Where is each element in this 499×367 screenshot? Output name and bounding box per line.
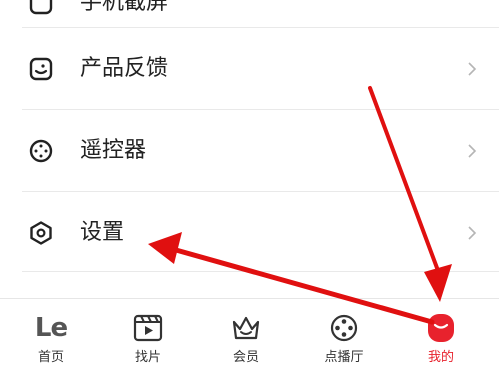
- chevron-right-icon: [468, 62, 477, 76]
- tab-me[interactable]: 我的: [401, 299, 481, 367]
- chevron-right-icon: [468, 226, 477, 240]
- settings-menu: 手机截屏 产品反馈 遥控器 设置: [0, 0, 499, 300]
- chevron-right-icon: [468, 144, 477, 158]
- menu-item-label: 手机截屏: [80, 0, 169, 15]
- menu-item-screenshot[interactable]: 手机截屏: [22, 0, 499, 28]
- menu-item-settings[interactable]: 设置: [22, 192, 499, 272]
- menu-item-feedback[interactable]: 产品反馈: [22, 28, 499, 110]
- tab-vip[interactable]: 会员: [206, 299, 286, 367]
- menu-item-remote-control[interactable]: 遥控器: [22, 110, 499, 192]
- clapperboard-icon: [133, 314, 163, 342]
- tab-vod-hall[interactable]: 点播厅: [304, 299, 384, 367]
- tab-label: 找片: [134, 350, 161, 365]
- tab-home[interactable]: Le 首页: [11, 299, 91, 367]
- le-logo-icon: Le: [34, 313, 68, 343]
- screenshot-icon: [29, 0, 53, 15]
- settings-hexagon-icon: [30, 221, 52, 245]
- menu-item-label: 产品反馈: [80, 56, 169, 81]
- bottom-tab-bar: Le 首页 找片 会员 点播厅 我的: [0, 298, 499, 366]
- tab-label: 会员: [232, 350, 259, 365]
- menu-item-label: 设置: [80, 220, 125, 245]
- feedback-icon: [29, 57, 53, 81]
- menu-item-label: 遥控器: [80, 138, 147, 163]
- tab-find-videos[interactable]: 找片: [108, 299, 188, 367]
- remote-control-icon: [29, 139, 53, 163]
- crown-icon: [232, 316, 260, 340]
- film-reel-icon: [330, 314, 358, 342]
- tab-label: 我的: [427, 350, 454, 365]
- tab-label: 点播厅: [324, 350, 364, 365]
- profile-avatar-icon: [428, 314, 454, 342]
- tab-label: 首页: [37, 350, 64, 365]
